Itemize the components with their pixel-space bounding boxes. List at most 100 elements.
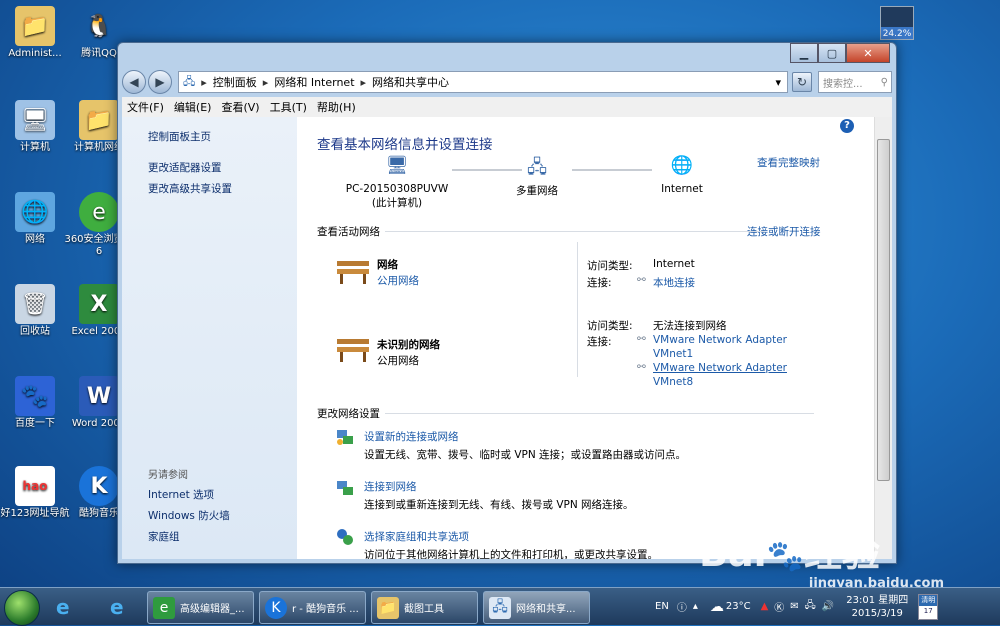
help-icon[interactable]: ? xyxy=(840,119,854,133)
address-row: ◀ ▶ 🖧 ▸ 控制面板 ▸ 网络和 Internet ▸ 网络和共享中心 ▾ … xyxy=(122,69,892,95)
taskbar-item-network-center[interactable]: 🖧 网络和共享... xyxy=(483,591,590,624)
scrollbar-thumb[interactable] xyxy=(877,139,890,481)
local-connection-link[interactable]: 本地连接 xyxy=(653,275,695,290)
taskbar-item-editor[interactable]: e 高级编辑器_... xyxy=(147,591,254,624)
desktop-icon-administrator[interactable]: 📁 Administ... xyxy=(0,6,70,60)
view-full-map-link[interactable]: 查看完整映射 xyxy=(757,155,820,170)
network-name: 网络 xyxy=(377,259,398,271)
menu-view[interactable]: 查看(V) xyxy=(221,99,259,115)
chevron-right-icon: ▸ xyxy=(201,75,207,89)
volume-icon[interactable]: 🔊 xyxy=(822,601,834,612)
vmnet8-link[interactable]: VMnet8 xyxy=(653,376,693,388)
dropdown-arrow-icon[interactable]: ▾ xyxy=(775,76,781,89)
search-input[interactable]: 搜索控... ⚲ xyxy=(818,71,892,93)
calendar-widget[interactable]: 清明 17 xyxy=(918,593,939,620)
search-icon: ⚲ xyxy=(880,76,888,88)
active-networks-heading: 查看活动网络 xyxy=(317,226,380,238)
network-type-link[interactable]: 公用网络 xyxy=(377,273,419,288)
kugou-tray-icon[interactable]: Ⓚ xyxy=(774,599,784,614)
network-name: 未识别的网络 xyxy=(377,339,440,351)
address-bar[interactable]: 🖧 ▸ 控制面板 ▸ 网络和 Internet ▸ 网络和共享中心 ▾ xyxy=(178,71,788,93)
vertical-scrollbar[interactable] xyxy=(874,117,892,559)
minimize-button[interactable]: ▁ xyxy=(790,43,818,63)
connection-plug-icon: ⚯ xyxy=(637,333,646,345)
internet-options-link[interactable]: Internet 选项 xyxy=(148,487,214,502)
calendar-festival: 清明 xyxy=(919,594,938,606)
ie-icon[interactable]: e xyxy=(110,595,124,619)
setup-new-connection-desc: 设置无线、宽带、拨号、临时或 VPN 连接；或设置路由器或访问点。 xyxy=(364,449,687,461)
computer-icon: 🖥 xyxy=(15,100,55,140)
vmnet1-link[interactable]: VMnet1 xyxy=(653,348,693,360)
connect-to-network-link[interactable]: 连接到网络 xyxy=(364,479,417,494)
word-icon: W xyxy=(79,376,119,416)
chevron-right-icon: ▸ xyxy=(262,75,269,89)
antivirus-icon[interactable]: ▲ xyxy=(761,601,769,612)
start-button[interactable] xyxy=(4,590,40,626)
map-node-internet: 🌐 Internet xyxy=(642,155,722,195)
vmnet8-adapter-link[interactable]: VMware Network Adapter xyxy=(653,362,787,374)
network-center-icon: 🖧 xyxy=(183,74,196,88)
multiple-networks-icon: 🖧 xyxy=(526,157,548,178)
computer-icon: 🖥 xyxy=(385,155,409,176)
homegroup-sharing-link[interactable]: 选择家庭组和共享选项 xyxy=(364,529,469,544)
clock[interactable]: 23:01 星期四 2015/3/19 xyxy=(846,594,908,620)
breadcrumb-network-sharing[interactable]: 网络和共享中心 xyxy=(372,74,449,90)
network-tray-icon[interactable]: 🖧 xyxy=(805,598,816,615)
back-button[interactable]: ◀ xyxy=(122,70,146,94)
left-pane: 控制面板主页 更改适配器设置 更改高级共享设置 另请参阅 Internet 选项… xyxy=(122,117,297,559)
recycle-bin-icon: 🗑 xyxy=(15,284,55,324)
chevron-right-icon: ▸ xyxy=(360,75,367,89)
change-adapter-settings-link[interactable]: 更改适配器设置 xyxy=(148,160,222,175)
public-network-bench-icon xyxy=(337,339,369,362)
windows-firewall-link[interactable]: Windows 防火墙 xyxy=(148,508,230,523)
access-type-value: Internet xyxy=(653,258,695,270)
forward-button[interactable]: ▶ xyxy=(148,70,172,94)
chat-icon[interactable]: ✉ xyxy=(790,601,798,612)
help-icon[interactable]: ⓘ xyxy=(677,599,687,614)
vmnet1-adapter-link[interactable]: VMware Network Adapter xyxy=(653,334,787,346)
cpu-gadget[interactable]: 24.2% xyxy=(880,6,914,40)
desktop-icon-computer[interactable]: 🖥 计算机 xyxy=(0,100,70,154)
menu-tools[interactable]: 工具(T) xyxy=(270,99,307,115)
control-panel-home-link[interactable]: 控制面板主页 xyxy=(148,129,211,144)
see-also-heading: 另请参阅 xyxy=(148,470,188,481)
homegroup-link[interactable]: 家庭组 xyxy=(148,529,180,544)
weather-temp[interactable]: 23°C xyxy=(726,601,751,612)
language-indicator[interactable]: EN xyxy=(655,601,669,612)
page-title: 查看基本网络信息并设置连接 xyxy=(317,137,493,153)
connection-plug-icon: ⚯ xyxy=(637,361,646,373)
breadcrumb-network-internet[interactable]: 网络和 Internet xyxy=(274,74,354,90)
globe-icon: 🌐 xyxy=(670,155,694,176)
network-type: 公用网络 xyxy=(377,355,419,367)
breadcrumb-control-panel[interactable]: 控制面板 xyxy=(213,74,257,90)
homegroup-icon xyxy=(337,529,353,545)
chevron-up-icon[interactable]: ▴ xyxy=(693,601,698,612)
taskbar-label: 高级编辑器_... xyxy=(180,604,245,615)
ie-icon[interactable]: e xyxy=(56,595,70,619)
close-button[interactable]: ✕ xyxy=(846,43,890,63)
system-tray: EN ⓘ ▴ ☁ 23°C ▲ Ⓚ ✉ 🖧 🔊 23:01 星期四 2015/3… xyxy=(655,588,939,625)
taskbar-item-kugou[interactable]: K r - 酷狗音乐 ... xyxy=(259,591,366,624)
360-browser-icon: e xyxy=(153,596,175,619)
menu-file[interactable]: 文件(F) xyxy=(127,99,164,115)
taskbar-item-snipping[interactable]: 📁 截图工具 xyxy=(371,591,478,624)
taskbar-label: 截图工具 xyxy=(404,604,444,615)
menu-edit[interactable]: 编辑(E) xyxy=(174,99,212,115)
desktop-icon-network[interactable]: 🌐 网络 xyxy=(0,192,70,246)
new-connection-icon xyxy=(337,430,353,445)
setup-new-connection-link[interactable]: 设置新的连接或网络 xyxy=(364,429,459,444)
baidu-logo-text: Bai xyxy=(698,531,767,575)
change-advanced-sharing-link[interactable]: 更改高级共享设置 xyxy=(148,181,232,196)
map-link-line xyxy=(572,169,652,171)
public-network-bench-icon xyxy=(337,261,369,284)
menu-help[interactable]: 帮助(H) xyxy=(317,99,356,115)
connect-network-icon xyxy=(337,481,353,495)
excel-icon: X xyxy=(79,284,119,324)
desktop-icon-hao123[interactable]: hao 好123网址导航 xyxy=(0,466,70,520)
maximize-button[interactable]: ▢ xyxy=(818,43,846,63)
desktop-icon-recycle-bin[interactable]: 🗑 回收站 xyxy=(0,284,70,338)
network-center-icon: 🖧 xyxy=(489,596,511,619)
baidu-paw-icon: 🐾 xyxy=(766,539,804,574)
refresh-button[interactable]: ↻ xyxy=(792,72,812,92)
desktop-icon-baidu[interactable]: 🐾 百度一下 xyxy=(0,376,70,430)
